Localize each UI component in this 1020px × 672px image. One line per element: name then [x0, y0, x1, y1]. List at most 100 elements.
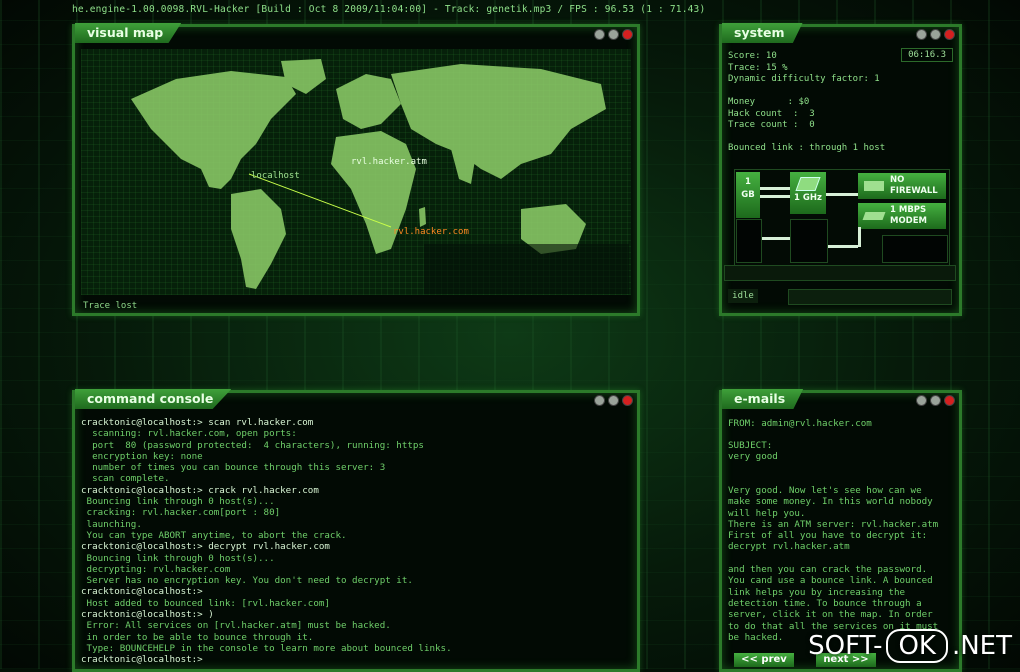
system-stats: Score: 10 Trace: 15 % Dynamic difficulty f…	[728, 51, 885, 155]
console-output-line: Host added to bounced link: [rvl.hacker.…	[81, 597, 330, 609]
system-panel: system 06:16.3 Score: 10 Trace: 15 % Dynam…	[719, 23, 962, 316]
console-output[interactable]: cracktonic@localhost:> scan rvl.hacker.c…	[81, 417, 452, 666]
progress-bar	[788, 289, 952, 305]
process-status: idle	[728, 289, 758, 303]
cpu-chip-icon	[795, 177, 821, 191]
visual-map-panel: visual map localhost rvl.hacker.atm rvl.…	[72, 23, 640, 316]
modem-module[interactable]: 1 MBPS MODEM	[858, 203, 946, 229]
console-output-line: encryption key: none	[81, 450, 203, 462]
window-controls	[916, 395, 955, 406]
watermark-text-left: SOFT-	[808, 631, 883, 661]
game-timer: 06:16.3	[901, 48, 953, 62]
console-output-line: Bouncing link through 0 host(s)...	[81, 496, 275, 508]
maximize-icon[interactable]	[930, 395, 941, 406]
console-output-line: launching.	[81, 518, 142, 530]
email-body-line: link helps you by increasing the	[728, 586, 906, 598]
maximize-icon[interactable]	[608, 29, 619, 40]
map-node-com[interactable]: rvl.hacker.com	[393, 227, 469, 237]
minimize-icon[interactable]	[916, 395, 927, 406]
europe-shape	[336, 74, 401, 129]
world-map-graphic	[131, 59, 629, 294]
window-controls	[594, 29, 633, 40]
window-controls	[594, 395, 633, 406]
email-body-line: will help you.	[728, 507, 806, 519]
email-body-line: detection time. To bounce through a	[728, 597, 922, 609]
command-console-title: command console	[75, 389, 232, 409]
minimize-icon[interactable]	[916, 29, 927, 40]
map-node-localhost[interactable]: localhost	[251, 171, 300, 181]
watermark-logo: SOFT- OK .NET	[808, 629, 1012, 663]
emails-title: e-mails	[722, 389, 804, 409]
system-stat-line: Money : $0	[728, 97, 810, 107]
email-body-line: decrypt rvl.hacker.atm	[728, 541, 850, 553]
email-body-line: There is an ATM server: rvl.hacker.atm	[728, 518, 939, 530]
email-subject-label: SUBJECT:	[728, 440, 773, 451]
india-shape	[451, 149, 476, 184]
watermark-text-ok: OK	[886, 629, 948, 663]
firewall-module[interactable]: NO FIREWALL	[858, 173, 946, 199]
system-stat-line: Dynamic difficulty factor: 1	[728, 74, 880, 84]
world-map[interactable]: localhost rvl.hacker.atm rvl.hacker.com	[81, 49, 631, 295]
email-from: FROM: admin@rvl.hacker.com	[728, 418, 872, 429]
firewall-label: NO FIREWALL	[890, 175, 938, 196]
minimize-icon[interactable]	[594, 29, 605, 40]
console-prompt-line: cracktonic@localhost:> scan rvl.hacker.c…	[81, 417, 314, 428]
console-output-line: decrypting: rvl.hacker.com	[81, 563, 231, 575]
console-output-line: scanning: rvl.hacker.com, open ports:	[81, 428, 297, 440]
console-output-line: Type: BOUNCEHELP in the console to learn…	[81, 642, 452, 654]
map-shadow	[424, 244, 629, 294]
console-prompt-line: cracktonic@localhost:>	[81, 586, 203, 598]
email-body-line: and then you can crack the password.	[728, 564, 928, 576]
watermark-text-right: .NET	[951, 631, 1012, 661]
ram-module[interactable]: 1 GB	[736, 172, 760, 218]
system-title: system	[722, 23, 803, 43]
email-body-line: server, click it on the map. In order	[728, 609, 933, 621]
window-controls	[916, 29, 955, 40]
slot	[736, 219, 762, 263]
email-subject: very good	[728, 451, 778, 462]
south-america-shape	[231, 189, 286, 289]
close-icon[interactable]	[622, 29, 633, 40]
firewall-icon	[864, 181, 884, 191]
trace-status: Trace lost	[83, 301, 138, 311]
system-stat-line: Trace: 15 %	[728, 62, 788, 73]
console-prompt-line: cracktonic@localhost:> decrypt rvl.hacke…	[81, 541, 330, 553]
email-body-line: make some money. In this world nobody	[728, 496, 933, 508]
madagascar-shape	[419, 207, 426, 227]
console-prompt-line: cracktonic@localhost:>	[81, 654, 203, 666]
trace-bar	[724, 265, 956, 281]
console-output-line: You can type ABORT anytime, to abort the…	[81, 529, 347, 541]
email-body-line: Very good. Now let's see how can we	[728, 485, 922, 496]
system-stat-line: Bounced link : through 1 host	[728, 143, 886, 153]
console-output-line: port 80 (password protected: 4 character…	[81, 439, 424, 451]
close-icon[interactable]	[622, 395, 633, 406]
email-body: Very good. Now let's see how can we make …	[728, 485, 938, 643]
system-stat-line: Hack count : 3	[728, 108, 815, 119]
console-output-line: cracking: rvl.hacker.com[port : 80]	[81, 507, 281, 519]
console-output-line: in order to be able to bounce through it…	[81, 631, 314, 643]
slot	[882, 235, 948, 263]
slot	[790, 219, 828, 263]
close-icon[interactable]	[944, 29, 955, 40]
maximize-icon[interactable]	[930, 29, 941, 40]
minimize-icon[interactable]	[594, 395, 605, 406]
cpu-label: 1 GHz	[794, 193, 822, 203]
maximize-icon[interactable]	[608, 395, 619, 406]
engine-status-bar: he.engine-1.00.0098.RVL-Hacker [Build : …	[72, 4, 706, 15]
email-body-line: First of all you have to decrypt it:	[728, 530, 928, 542]
close-icon[interactable]	[944, 395, 955, 406]
email-body-line	[728, 553, 938, 564]
system-stat-line: Score: 10	[728, 51, 777, 61]
modem-label: 1 MBPS MODEM	[890, 205, 928, 226]
cpu-module[interactable]: 1 GHz	[790, 172, 826, 214]
system-stat-line	[728, 132, 885, 144]
map-node-atm[interactable]: rvl.hacker.atm	[351, 157, 427, 167]
console-output-line: number of times you can bounce through t…	[81, 462, 386, 474]
bus-line	[858, 227, 861, 247]
visual-map-title: visual map	[75, 23, 182, 43]
console-prompt-line: cracktonic@localhost:> )	[81, 609, 214, 621]
modem-icon	[862, 212, 886, 220]
prev-email-button[interactable]: << prev	[734, 653, 794, 667]
console-output-line: scan complete.	[81, 473, 170, 485]
console-output-line: Server has no encryption key. You don't …	[81, 575, 413, 587]
